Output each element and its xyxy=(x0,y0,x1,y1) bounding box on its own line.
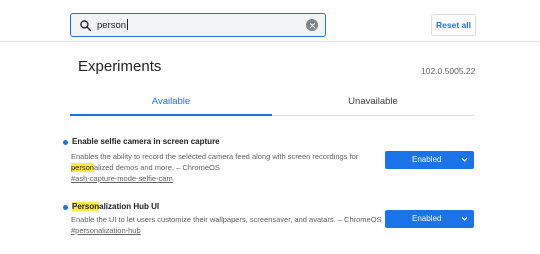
clear-icon[interactable] xyxy=(306,19,318,31)
experiment-name: Personalization Hub UI xyxy=(72,201,159,213)
select-value: Enabled xyxy=(412,214,442,223)
experiment-state-select[interactable]: Enabled xyxy=(385,151,474,169)
top-bar: person Reset all xyxy=(0,0,540,42)
page-title: Experiments xyxy=(78,58,162,75)
experiment-description: Enables the ability to record the select… xyxy=(71,152,359,161)
description-rest: alized demos and more. – ChromeOS xyxy=(93,163,220,172)
search-value: person xyxy=(97,20,127,31)
experiment-description: Enable the UI to let users customize the… xyxy=(71,215,382,224)
tab-available[interactable]: Available xyxy=(70,88,272,116)
experiment-name: Enable selfie camera in screen capture xyxy=(72,137,220,146)
experiment-status-dot xyxy=(63,140,68,145)
search-match-highlight: person xyxy=(71,163,94,172)
version-label: 102.0.5005.22 xyxy=(421,66,476,76)
tab-unavailable[interactable]: Unavailable xyxy=(272,88,474,116)
chevron-down-icon xyxy=(461,158,468,162)
experiment-status-dot xyxy=(63,205,68,210)
experiment-link[interactable]: #ash-capture-mode-selfie-cam xyxy=(71,173,173,184)
search-input[interactable]: person xyxy=(97,19,129,32)
experiment-link[interactable]: #personalization-hub xyxy=(71,225,141,236)
search-icon xyxy=(80,20,92,32)
tab-bar: Available Unavailable xyxy=(70,88,474,116)
name-rest: alization Hub UI xyxy=(99,202,160,211)
text-caret xyxy=(127,19,129,30)
reset-all-button[interactable]: Reset all xyxy=(431,14,476,36)
search-match-highlight: Person xyxy=(72,202,100,211)
experiment-description-continued: personalized demos and more. – ChromeOS xyxy=(71,162,220,173)
chevron-down-icon xyxy=(461,217,468,221)
search-box[interactable]: person xyxy=(70,13,326,37)
select-value: Enabled xyxy=(412,155,442,164)
experiment-state-select[interactable]: Enabled xyxy=(385,210,474,228)
